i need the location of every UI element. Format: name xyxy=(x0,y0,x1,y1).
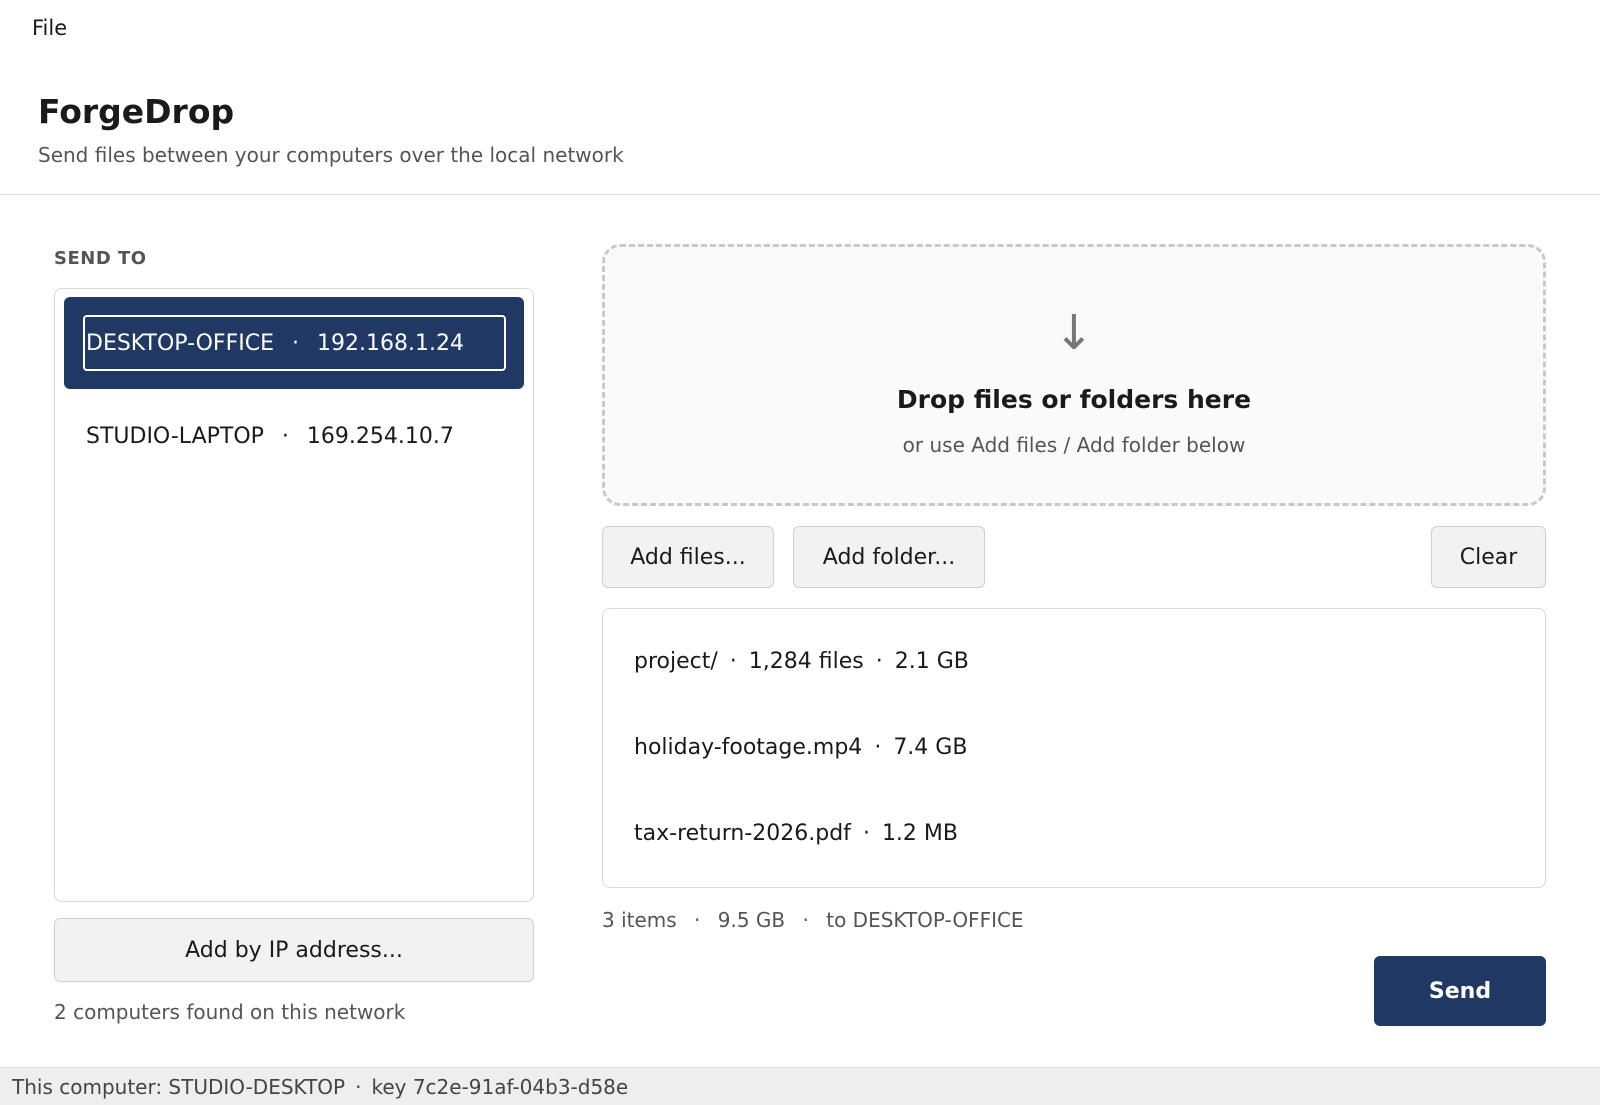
file-size: 1.2 MB xyxy=(881,820,958,846)
file-size: 7.4 GB xyxy=(893,734,968,760)
file-list: project/ · 1,284 files · 2.1 GB holiday-… xyxy=(602,608,1546,888)
app-title: ForgeDrop xyxy=(38,92,235,131)
device-ip: 169.254.10.7 xyxy=(306,423,454,449)
add-folder-button[interactable]: Add folder... xyxy=(793,526,985,588)
summary-target: to DESKTOP-OFFICE xyxy=(826,908,1024,932)
file-separator: · xyxy=(729,648,737,674)
device-list: DESKTOP-OFFICE · 192.168.1.24 STUDIO-LAP… xyxy=(54,288,534,902)
menu-file[interactable]: File xyxy=(20,12,79,44)
file-list-item[interactable]: tax-return-2026.pdf · 1.2 MB xyxy=(634,813,958,853)
clear-button[interactable]: Clear xyxy=(1431,526,1546,588)
send-button[interactable]: Send xyxy=(1374,956,1546,1026)
file-list-item[interactable]: holiday-footage.mp4 · 7.4 GB xyxy=(634,727,967,767)
status-separator: · xyxy=(355,1074,362,1099)
status-key: key 7c2e-91af-04b3-d58e xyxy=(371,1074,629,1099)
summary-separator: · xyxy=(802,908,809,932)
device-name: STUDIO-LAPTOP xyxy=(86,423,264,449)
summary-items: 3 items xyxy=(602,908,677,932)
file-separator: · xyxy=(874,734,882,760)
app-subtitle: Send files between your computers over t… xyxy=(38,143,624,167)
drop-zone[interactable]: ↓ Drop files or folders here or use Add … xyxy=(602,244,1546,506)
drop-zone-title: Drop files or folders here xyxy=(896,385,1252,414)
device-name: DESKTOP-OFFICE xyxy=(86,330,274,356)
status-bar: This computer: STUDIO-DESKTOP · key 7c2e… xyxy=(0,1067,1600,1105)
file-name: project/ xyxy=(634,648,718,674)
send-to-label: SEND TO xyxy=(54,248,147,269)
drop-zone-subtitle: or use Add files / Add folder below xyxy=(902,433,1246,457)
file-list-item[interactable]: project/ · 1,284 files · 2.1 GB xyxy=(634,641,969,681)
file-name: tax-return-2026.pdf xyxy=(634,820,851,846)
device-item-desktop-office[interactable]: DESKTOP-OFFICE · 192.168.1.24 xyxy=(64,297,524,389)
file-separator: · xyxy=(875,648,883,674)
device-separator: · xyxy=(281,423,289,449)
device-item-studio-laptop[interactable]: STUDIO-LAPTOP · 169.254.10.7 xyxy=(64,390,524,482)
summary-separator: · xyxy=(694,908,701,932)
menu-bar: File xyxy=(0,0,1600,58)
add-files-button[interactable]: Add files... xyxy=(602,526,774,588)
device-separator: · xyxy=(292,330,299,356)
transfer-summary: 3 items · 9.5 GB · to DESKTOP-OFFICE xyxy=(602,908,1024,932)
add-by-ip-button[interactable]: Add by IP address... xyxy=(54,918,534,982)
status-this-computer: This computer: STUDIO-DESKTOP xyxy=(12,1074,346,1099)
file-separator: · xyxy=(862,820,870,846)
file-count: 1,284 files xyxy=(748,648,864,674)
app-header: ForgeDrop Send files between your comput… xyxy=(0,58,1600,195)
device-ip: 192.168.1.24 xyxy=(317,330,464,356)
file-name: holiday-footage.mp4 xyxy=(634,734,863,760)
arrow-down-icon: ↓ xyxy=(1053,305,1095,361)
file-size: 2.1 GB xyxy=(894,648,969,674)
devices-found-text: 2 computers found on this network xyxy=(54,1000,406,1024)
summary-size: 9.5 GB xyxy=(717,908,786,932)
